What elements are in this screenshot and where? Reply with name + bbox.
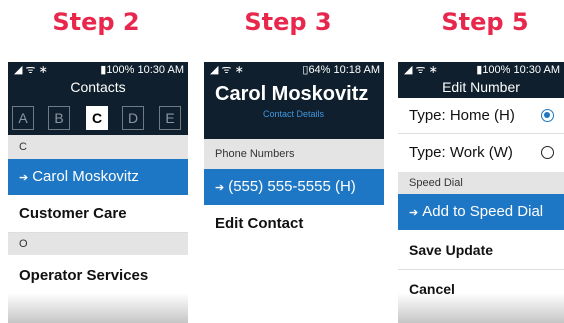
step-3-title: Step 3 [244,8,332,36]
battery-time: ▮100% 10:30 AM [476,64,560,76]
page-title: Contacts [70,79,126,95]
tab-d[interactable]: D [122,106,144,130]
status-bar: ◢ ᯤ ∗ ▯64% 10:18 AM [204,62,384,78]
cancel-button[interactable]: Cancel [398,270,564,310]
edit-number-screen: ◢ ᯤ ∗ ▮100% 10:30 AM Edit Number Type: H… [398,62,564,323]
contact-name: Customer Care [19,205,127,222]
type-work-option[interactable]: Type: Work (W) [398,134,564,172]
section-label: Phone Numbers [215,148,295,160]
contact-customer-care[interactable]: Customer Care [8,195,188,233]
arrow-icon: ➔ [215,182,225,194]
section-header-phone-numbers: Phone Numbers [204,139,384,169]
add-to-speed-dial-button[interactable]: ➔ Add to Speed Dial [398,194,564,230]
header: Contacts [8,78,188,99]
cancel-label: Cancel [409,281,455,297]
contacts-screen: ◢ ᯤ ∗ ▮100% 10:30 AM Contacts A B C D E … [8,62,188,323]
contact-details-screen: ◢ ᯤ ∗ ▯64% 10:18 AM Carol Moskovitz Cont… [204,62,384,323]
section-label: C [19,141,27,153]
save-update-button[interactable]: Save Update [398,230,564,270]
contact-name: Operator Services [19,267,149,284]
page-title: Edit Number [442,79,520,95]
add-speed-dial-label: Add to Speed Dial [422,203,544,220]
radio-unselected-icon[interactable] [541,146,554,159]
battery-time: ▯64% 10:18 AM [302,64,380,76]
arrow-icon: ➔ [409,207,419,219]
section-header-speed-dial: Speed Dial [398,172,564,194]
tab-e[interactable]: E [159,106,181,130]
page-subtitle: Contact Details [262,109,325,119]
type-home-option[interactable]: Type: Home (H) [398,98,564,134]
signal-wifi-bluetooth-icons: ◢ ᯤ ∗ [210,64,244,76]
option-label: Type: Home (H) [409,107,515,124]
status-bar: ◢ ᯤ ∗ ▮100% 10:30 AM [398,62,564,78]
contact-name: Carol Moskovitz [32,168,139,185]
edit-contact-button[interactable]: Edit Contact [204,205,384,243]
contact-operator-services[interactable]: Operator Services [8,255,188,299]
tab-c[interactable]: C [86,106,108,130]
contact-carol-moskovitz[interactable]: ➔ Carol Moskovitz [8,159,188,195]
battery-time: ▮100% 10:30 AM [100,64,184,76]
status-bar: ◢ ᯤ ∗ ▮100% 10:30 AM [8,62,188,78]
step-2-title: Step 2 [52,8,140,36]
edit-contact-label: Edit Contact [215,215,304,232]
tab-b[interactable]: B [48,106,70,130]
letter-tabs: A B C D E [8,99,188,135]
tab-a[interactable]: A [12,106,34,130]
signal-wifi-bluetooth-icons: ◢ ᯤ ∗ [14,64,48,76]
header: Carol Moskovitz Contact Details [204,78,384,139]
phone-number: (555) 555-5555 (H) [228,178,356,195]
section-label: Speed Dial [409,177,463,189]
section-header-c: C [8,135,188,159]
radio-selected-icon[interactable] [541,109,554,122]
save-update-label: Save Update [409,242,494,258]
contact-name-title: Carol Moskovitz [215,83,369,105]
section-label: O [19,238,28,250]
option-label: Type: Work (W) [409,144,513,161]
arrow-icon: ➔ [19,172,29,184]
step-5-title: Step 5 [441,8,529,36]
phone-number-home[interactable]: ➔ (555) 555-5555 (H) [204,169,384,205]
header: Edit Number [398,78,564,98]
signal-wifi-bluetooth-icons: ◢ ᯤ ∗ [404,64,438,76]
section-header-o: O [8,233,188,255]
